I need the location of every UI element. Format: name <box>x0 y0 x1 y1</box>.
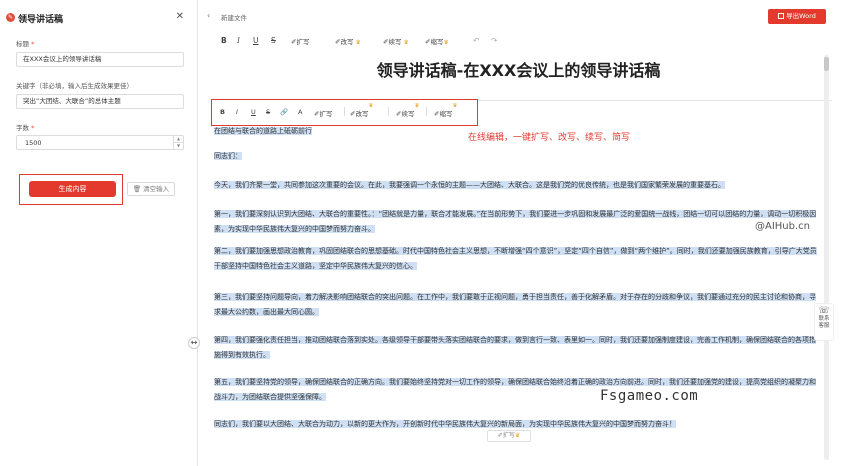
float-bold-button[interactable]: B <box>220 108 225 116</box>
panel-header: ✎ 领导讲话稿 ✕ <box>6 11 192 25</box>
watermark: Fsgameo.com <box>600 388 699 404</box>
service-label-2: 客服 <box>818 323 830 329</box>
paragraph-text: 第四，我们要强化责任担当，推动团结联合落到实处。各级领导干部要带头落实团结联合的… <box>214 336 816 359</box>
crown-icon: ♛ <box>443 39 449 46</box>
underline-button[interactable]: U <box>253 36 259 45</box>
continue-label: 续写 <box>388 38 402 46</box>
float-continue-button[interactable]: ✐续写 ♛ <box>396 103 419 118</box>
rewrite-button[interactable]: ✐改写 ♛ <box>335 36 361 46</box>
crown-icon: ♛ <box>368 103 374 109</box>
panel-title: 领导讲话稿 <box>18 15 64 25</box>
float-shorten-button[interactable]: ✐缩写 ♛ <box>434 103 457 118</box>
export-word-button[interactable]: 导出Word <box>768 9 826 24</box>
paragraph-text: 在团结与联合的道路上砥砺前行 <box>214 127 312 135</box>
italic-button[interactable]: I <box>237 36 240 45</box>
paragraph-text: 第三，我们要坚持问题导向，着力解决影响团结联合的突出问题。在工作中，我们要敢于正… <box>214 293 816 316</box>
keywords-label: 关键字（非必填，输入后生成效果更佳） <box>16 82 133 90</box>
document-title[interactable]: 领导讲话稿-在XXX会议上的领导讲话稿 <box>202 57 835 81</box>
resize-handle[interactable]: ↔ <box>188 337 200 349</box>
close-icon[interactable]: ✕ <box>176 11 184 22</box>
strike-button[interactable]: S <box>271 36 276 45</box>
logo-icon: ✎ <box>6 13 15 22</box>
paragraph-text: 第二，我们要加强思想政治教育，巩固团结联合的思想基础。时代中国特色社会主义思想，… <box>214 247 817 270</box>
crown-icon: ♛ <box>452 103 458 109</box>
service-label-1: 联系 <box>818 316 830 322</box>
redo-icon[interactable]: ↷ <box>491 36 497 45</box>
feature-annotation: 在线编辑，一键扩写、改写、续写、简写 <box>468 133 631 143</box>
left-panel: ✎ 领导讲话稿 ✕ 标题 * 在XXX会议上的领导讲话稿 关键字（非必填，输入后… <box>0 0 198 466</box>
continue-button[interactable]: ✐续写 ♛ <box>383 36 409 46</box>
paragraph-text: 同志们，我们要以大团结、大联合为动力，以新的更大作为，开创新时代中华民族伟大复兴… <box>214 420 676 428</box>
wordcount-value: 1500 <box>25 139 42 147</box>
paragraph-text: 今天，我们齐聚一堂，共同参加这次重要的会议。在此，我要强调一个永恒的主题——大团… <box>214 181 725 189</box>
float-expand-button[interactable]: ✐扩写 <box>314 108 332 118</box>
shorten-label: 缩写 <box>430 38 444 46</box>
floating-expand-button[interactable]: ✐扩写♛ <box>487 430 531 442</box>
paragraph[interactable]: 第三，我们要坚持问题导向，着力解决影响团结联合的突出问题。在工作中，我们要敢于正… <box>214 290 820 320</box>
expand-button[interactable]: ✐扩写 <box>291 36 309 46</box>
crown-icon: ♛ <box>403 39 409 46</box>
export-word-label: 导出Word <box>786 12 816 20</box>
trash-icon: 🗑 <box>132 185 142 193</box>
selection-toolbar: B I U S 🔗 A ✐扩写 ✐改写 ♛ ✐续写 ♛ ✐缩写 ♛ <box>211 99 478 126</box>
float-rewrite-button[interactable]: ✐改写 ♛ <box>350 103 373 118</box>
paragraph-text: 第五，我们要坚持党的领导，确保团结联合的正确方向。我们要始终坚持党对一切工作的领… <box>214 378 816 401</box>
font-color-icon[interactable]: A <box>298 108 302 116</box>
customer-service-button[interactable]: ☏ 联系 客服 <box>814 303 834 341</box>
document-name[interactable]: 新建文件 <box>221 12 247 22</box>
shorten-button[interactable]: ✐缩写♛ <box>425 36 449 46</box>
keywords-input[interactable]: 突出“大团结、大联合”的总体主题 <box>16 94 184 109</box>
paragraph[interactable]: 第一，我们要深刻认识到大团结、大联合的重要性。：“团结就是力量，联合才能发展。”… <box>214 207 820 237</box>
paragraph[interactable]: 第四，我们要强化责任担当，推动团结联合落到实处。各级领导干部要带头落实团结联合的… <box>214 333 820 363</box>
paragraph[interactable]: 第五，我们要坚持党的领导，确保团结联合的正确方向。我们要始终坚持党对一切工作的领… <box>214 375 820 405</box>
headset-icon: ☏ <box>818 306 830 316</box>
crown-icon: ♛ <box>355 39 361 46</box>
back-icon[interactable]: ‹ <box>207 11 210 20</box>
paragraph-text: 同志们： <box>214 152 242 160</box>
paragraph[interactable]: 第二，我们要加强思想政治教育，巩固团结联合的思想基础。时代中国特色社会主义思想，… <box>214 244 820 274</box>
separator <box>344 107 345 116</box>
required-mark: * <box>31 124 35 132</box>
wordcount-stepper[interactable]: 1500 ▲ ▼ <box>16 135 184 150</box>
generate-button[interactable]: 生成内容 <box>29 181 116 197</box>
expand-label: 扩写 <box>296 38 310 46</box>
separator <box>426 107 427 116</box>
rewrite-label: 改写 <box>340 38 354 46</box>
title-label: 标题 * <box>16 38 34 48</box>
link-icon[interactable]: 🔗 <box>280 108 288 116</box>
floating-expand-label: 扩写 <box>502 432 515 439</box>
paragraph[interactable]: 今天，我们齐聚一堂，共同参加这次重要的会议。在此，我要强调一个永恒的主题——大团… <box>214 178 820 193</box>
scrollbar-thumb[interactable] <box>824 57 829 71</box>
float-expand-label: 扩写 <box>319 110 333 118</box>
clear-input-button[interactable]: 🗑 清空输入 <box>127 182 175 196</box>
required-mark: * <box>31 40 35 48</box>
wordcount-label: 字数 * <box>16 122 34 132</box>
title-input[interactable]: 在XXX会议上的领导讲话稿 <box>16 52 184 67</box>
float-underline-button[interactable]: U <box>251 108 256 116</box>
crown-icon: ♛ <box>414 103 420 109</box>
float-rewrite-label: 改写 <box>355 110 369 118</box>
float-strike-button[interactable]: S <box>266 108 270 116</box>
bold-button[interactable]: B <box>221 36 227 45</box>
separator <box>388 107 389 116</box>
clear-input-label: 清空输入 <box>143 185 170 193</box>
stepper-down-icon[interactable]: ▼ <box>174 143 183 150</box>
float-shorten-label: 缩写 <box>439 110 453 118</box>
title-label-text: 标题 <box>16 40 29 48</box>
paragraph[interactable]: 同志们： <box>214 149 820 164</box>
scrollbar[interactable] <box>824 55 829 460</box>
crown-icon: ♛ <box>514 432 521 439</box>
word-icon <box>778 13 785 19</box>
stepper-buttons: ▲ ▼ <box>173 136 183 149</box>
paragraph-text: 第一，我们要深刻认识到大团结、大联合的重要性。：“团结就是力量，联合才能发展。”… <box>214 210 817 233</box>
wordcount-label-text: 字数 <box>16 124 29 132</box>
float-continue-label: 续写 <box>401 110 415 118</box>
float-italic-button[interactable]: I <box>236 108 238 116</box>
undo-icon[interactable]: ↶ <box>473 36 479 45</box>
watermark: @AIHub.cn <box>755 221 811 232</box>
